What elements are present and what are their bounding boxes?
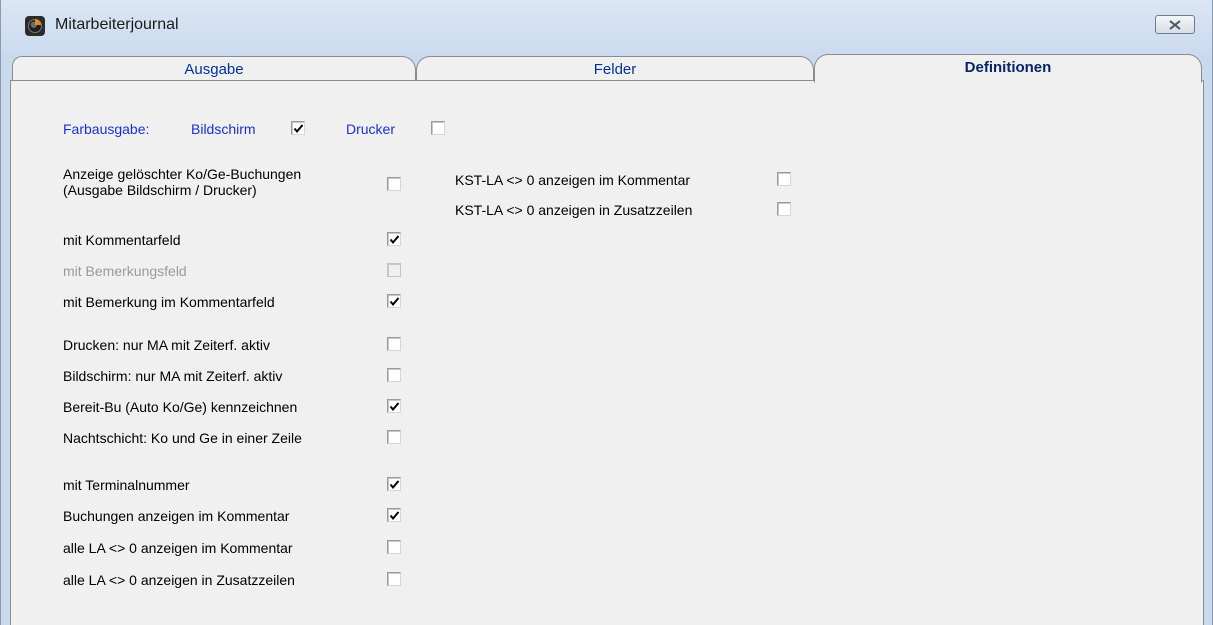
option-label: Bereit-Bu (Auto Ko/Ge) kennzeichnen	[63, 399, 298, 415]
option-label: Anzeige gelöschter Ko/Ge-Buchungen	[63, 166, 302, 182]
option-checkbox[interactable]	[777, 172, 791, 186]
option-checkbox	[387, 263, 401, 277]
option-label: Bildschirm: nur MA mit Zeiterf. aktiv	[63, 368, 283, 384]
close-icon	[1169, 19, 1181, 30]
option-checkbox[interactable]	[777, 202, 791, 216]
definitions-panel: Farbausgabe: Bildschirm Drucker Anzeige …	[10, 80, 1204, 625]
option-checkbox[interactable]	[387, 337, 401, 351]
color-output-label: Farbausgabe:	[63, 121, 150, 137]
option-label: alle LA <> 0 anzeigen im Kommentar	[63, 540, 293, 556]
window-title: Mitarbeiterjournal	[55, 16, 179, 33]
option-checkbox[interactable]	[387, 572, 401, 586]
screen-color-label: Bildschirm	[191, 121, 256, 137]
option-label: mit Terminalnummer	[63, 477, 190, 493]
option-label: mit Kommentarfeld	[63, 232, 181, 248]
window: Mitarbeiterjournal Ausgabe Felder Defini…	[0, 0, 1213, 625]
tab-control: Ausgabe Felder Definitionen Farbausgabe:…	[10, 54, 1204, 625]
check-icon	[389, 511, 400, 521]
option-checkbox[interactable]	[387, 232, 401, 246]
option-label: (Ausgabe Bildschirm / Drucker)	[63, 182, 257, 198]
option-label: KST-LA <> 0 anzeigen im Kommentar	[455, 172, 691, 188]
option-label: Drucken: nur MA mit Zeiterf. aktiv	[63, 337, 270, 353]
check-icon	[389, 402, 400, 412]
option-checkbox[interactable]	[387, 477, 401, 491]
option-label: Buchungen anzeigen im Kommentar	[63, 508, 290, 524]
close-button[interactable]	[1155, 15, 1195, 34]
option-checkbox[interactable]	[387, 540, 401, 554]
option-checkbox[interactable]	[387, 368, 401, 382]
check-icon	[293, 124, 304, 134]
option-label: KST-LA <> 0 anzeigen in Zusatzzeilen	[455, 202, 693, 218]
option-checkbox[interactable]	[387, 430, 401, 444]
check-icon	[389, 235, 400, 245]
tab-definitionen[interactable]: Definitionen	[814, 54, 1202, 83]
option-checkbox[interactable]	[387, 177, 401, 191]
title-bar: Mitarbeiterjournal	[1, 0, 1212, 44]
tab-ausgabe[interactable]: Ausgabe	[12, 56, 416, 82]
screen-color-checkbox[interactable]	[291, 121, 305, 135]
option-label: mit Bemerkungsfeld	[63, 263, 187, 279]
option-label: Nachtschicht: Ko und Ge in einer Zeile	[63, 430, 302, 446]
option-label: mit Bemerkung im Kommentarfeld	[63, 294, 275, 310]
check-icon	[389, 297, 400, 307]
check-icon	[389, 480, 400, 490]
printer-color-label: Drucker	[346, 121, 396, 137]
option-label: alle LA <> 0 anzeigen in Zusatzzeilen	[63, 572, 295, 588]
printer-color-checkbox[interactable]	[431, 121, 445, 135]
app-icon	[25, 16, 45, 36]
tab-felder[interactable]: Felder	[416, 56, 814, 82]
option-checkbox[interactable]	[387, 399, 401, 413]
option-checkbox[interactable]	[387, 508, 401, 522]
option-checkbox[interactable]	[387, 294, 401, 308]
